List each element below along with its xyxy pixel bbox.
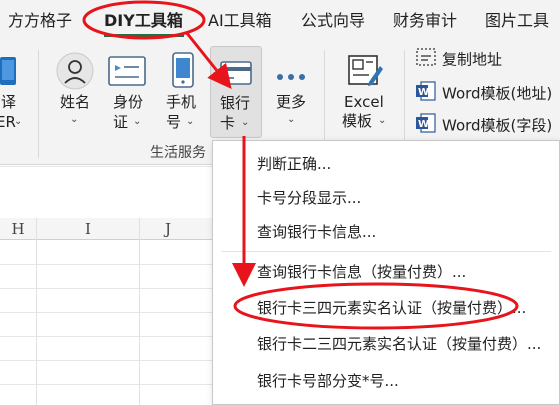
grid-line	[0, 264, 212, 265]
name-chevron-icon: ⌄	[70, 114, 79, 125]
tab-image-tools[interactable]: 图片工具	[485, 10, 549, 32]
word-doc-icon: W	[416, 113, 436, 139]
menu-item-three-four-element-verify[interactable]: 银行卡三四元素实名认证（按量付费）...	[257, 295, 526, 321]
phone-button[interactable]: 手机 号 ⌄	[158, 44, 204, 140]
menu-item-query-card-info-paid[interactable]: 查询银行卡信息（按量付费）...	[257, 259, 466, 285]
tab-finance-audit[interactable]: 财务审计	[393, 10, 457, 32]
grid-line	[0, 384, 212, 385]
copy-address-icon	[416, 48, 436, 72]
excel-template-chevron-icon: ⌄	[378, 115, 387, 126]
grid-line	[0, 288, 212, 289]
idcard-button[interactable]: 身份 证 ⌄	[104, 44, 152, 140]
grid-line	[0, 360, 212, 361]
menu-separator	[221, 251, 551, 252]
tab-ai-toolbox[interactable]: AI工具箱	[208, 10, 272, 32]
ribbon-tab-bar: 方方格子 DIY工具箱 AI工具箱 公式向导 财务审计 图片工具	[0, 0, 560, 44]
translate-chevron-icon: ⌄	[14, 116, 23, 127]
word-template-field-label: Word模板(字段)	[442, 116, 553, 135]
tab-fangfang-gezi[interactable]: 方方格子	[8, 10, 72, 32]
menu-item-validate[interactable]: 判断正确...	[257, 151, 331, 177]
menu-item-segment-display[interactable]: 卡号分段显示...	[257, 185, 361, 211]
phone-label-line2: 号	[166, 113, 182, 131]
menu-item-mask-card-number[interactable]: 银行卡号部分变*号...	[257, 368, 399, 394]
word-template-address-label: Word模板(地址)	[442, 84, 553, 103]
excel-template-label-line2: 模板	[342, 112, 373, 130]
copy-address-label: 复制地址	[442, 50, 503, 69]
translate-button[interactable]: 翻译 ER ⌄	[0, 44, 34, 140]
name-label: 姓名	[60, 93, 91, 111]
more-dots-icon	[276, 66, 306, 85]
excel-template-label: Excel	[344, 93, 384, 111]
copy-address-button[interactable]: 复制地址	[416, 48, 502, 70]
bankcard-label-line2: 卡	[220, 114, 236, 132]
phone-chevron-icon: ⌄	[186, 116, 195, 127]
mobile-phone-icon	[172, 52, 194, 92]
id-card-icon	[108, 56, 146, 90]
word-template-field-button[interactable]: W Word模板(字段)	[416, 113, 552, 135]
more-label: 更多	[276, 93, 307, 111]
idcard-label-line2: 证	[113, 113, 129, 131]
excel-template-icon	[347, 52, 383, 92]
word-doc-icon: W	[416, 81, 436, 107]
excel-template-button[interactable]: Excel 模板 ⌄	[336, 44, 394, 140]
tab-diy-toolbox[interactable]: DIY工具箱	[104, 10, 183, 32]
more-button[interactable]: 更多 ⌄	[268, 44, 314, 140]
svg-text:W: W	[418, 119, 429, 130]
grid-line	[0, 312, 212, 313]
separator	[38, 50, 39, 158]
idcard-chevron-icon: ⌄	[133, 116, 142, 127]
more-chevron-icon: ⌄	[287, 114, 296, 125]
idcard-label: 身份	[113, 93, 144, 111]
translate-label: 翻译	[0, 93, 17, 111]
column-header-i[interactable]: I	[37, 218, 139, 240]
group-label-life-services: 生活服务	[150, 145, 206, 161]
phone-label: 手机	[166, 93, 197, 111]
person-icon	[56, 52, 94, 94]
translate-icon	[0, 56, 18, 90]
bankcard-button[interactable]: 银行 卡 ⌄	[210, 46, 262, 138]
svg-text:W: W	[418, 87, 429, 98]
menu-item-query-card-info[interactable]: 查询银行卡信息...	[257, 219, 376, 245]
bankcard-dropdown-menu: 判断正确... 卡号分段显示... 查询银行卡信息... 查询银行卡信息（按量付…	[212, 140, 560, 405]
menu-item-two-three-four-element-verify[interactable]: 银行卡二三四元素实名认证（按量付费）...	[257, 331, 541, 357]
column-header-j[interactable]: J	[140, 218, 212, 240]
bankcard-label: 银行	[220, 94, 251, 112]
bankcard-chevron-icon: ⌄	[241, 117, 250, 128]
grid-line	[0, 336, 212, 337]
tab-formula-wizard[interactable]: 公式向导	[301, 10, 365, 32]
name-button[interactable]: 姓名 ⌄	[52, 44, 98, 140]
bank-card-icon	[220, 61, 252, 89]
active-tab-indicator	[104, 34, 184, 37]
column-header-h[interactable]: H	[0, 218, 36, 240]
grid-line	[0, 166, 212, 167]
word-template-address-button[interactable]: W Word模板(地址)	[416, 81, 552, 103]
